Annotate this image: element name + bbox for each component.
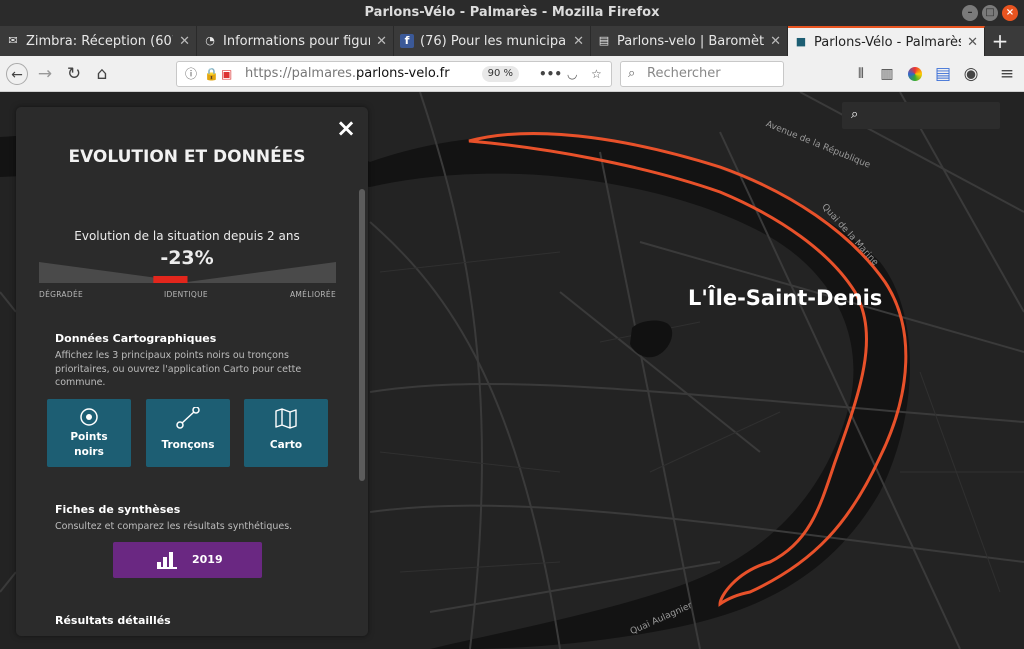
- url-domain: parlons-velo.fr: [356, 66, 450, 81]
- panel-close-button[interactable]: ×: [336, 115, 356, 141]
- close-icon[interactable]: ✕: [376, 34, 387, 49]
- close-icon[interactable]: ✕: [573, 34, 584, 49]
- synthese-desc: Consultez et comparez les résultats synt…: [55, 521, 293, 532]
- map-icon: [275, 408, 297, 429]
- page-icon: ▤: [598, 34, 610, 47]
- tab-label: Zimbra: Réception (6073): [26, 33, 173, 49]
- gauge-fill: [153, 276, 188, 283]
- city-label: L'Île-Saint-Denis: [688, 286, 883, 310]
- info-icon[interactable]: ⓘ: [185, 62, 197, 86]
- facebook-icon: f: [400, 34, 414, 48]
- close-icon[interactable]: ✕: [179, 34, 190, 49]
- tab-label: Parlons-Vélo - Palmarès: [814, 34, 962, 50]
- search-input[interactable]: ⌕ Rechercher: [620, 61, 784, 87]
- target-icon: [80, 408, 98, 426]
- document-icon[interactable]: ▤: [932, 63, 954, 85]
- synthese-title: Fiches de synthèses: [55, 503, 181, 516]
- url-text: https://palmares.parlons-velo.fr: [245, 62, 450, 86]
- menu-icon[interactable]: ≡: [996, 63, 1018, 85]
- tile-label: Points: [70, 431, 108, 443]
- tab-barometre[interactable]: ▤ Parlons-velo | Baromètre ✕: [591, 26, 788, 56]
- tile-label: noirs: [74, 446, 104, 458]
- url-prefix: https://palmares.: [245, 66, 357, 81]
- panel-scrollbar[interactable]: [359, 189, 365, 481]
- tab-palmares[interactable]: ■ Parlons-Vélo - Palmarès ✕: [788, 26, 985, 56]
- tab-label: Informations pour figurer: [223, 33, 371, 49]
- evolution-gauge: [39, 262, 336, 283]
- carto-button[interactable]: Carto: [244, 399, 328, 467]
- panel-title: EVOLUTION ET DONNÉES: [68, 147, 306, 167]
- extension-icon[interactable]: [904, 63, 926, 85]
- back-icon[interactable]: ←: [6, 63, 28, 85]
- parlons-velo-icon: ■: [795, 35, 807, 48]
- maximize-button[interactable]: □: [982, 5, 998, 21]
- tab-informations[interactable]: ◔ Informations pour figurer ✕: [197, 26, 394, 56]
- lock-icon: 🔒: [204, 67, 219, 81]
- page-actions-icon[interactable]: •••: [539, 62, 562, 86]
- zimbra-icon: ✉: [8, 34, 18, 47]
- window-titlebar: Parlons-Vélo - Palmarès - Mozilla Firefo…: [0, 0, 1024, 26]
- tile-label: Carto: [269, 439, 303, 451]
- segment-icon: [176, 407, 200, 429]
- evolution-caption: Evolution de la situation depuis 2 ans: [74, 229, 300, 243]
- carto-title: Données Cartographiques: [55, 332, 217, 345]
- map-search-box[interactable]: ⌕: [842, 102, 1000, 129]
- tab-facebook[interactable]: f (76) Pour les municipales ✕: [394, 26, 591, 56]
- synthese-button-label: 2019: [192, 553, 223, 566]
- bar-chart-icon: [157, 552, 177, 569]
- close-icon[interactable]: ✕: [770, 34, 781, 49]
- tracking-blocked-icon[interactable]: ▣: [221, 62, 232, 86]
- detail-title: Résultats détaillés: [55, 614, 171, 627]
- search-placeholder: Rechercher: [647, 66, 721, 81]
- sidebar-icon[interactable]: ▥: [876, 63, 898, 85]
- navigation-bar: ← → ↻ ⌂ ⓘ 🔒 ▣ https://palmares.parlons-v…: [0, 56, 1024, 92]
- new-tab-button[interactable]: +: [985, 26, 1015, 56]
- forward-icon[interactable]: →: [34, 63, 56, 85]
- tab-zimbra[interactable]: ✉ Zimbra: Réception (6073) ✕: [0, 26, 197, 56]
- close-icon[interactable]: ✕: [967, 35, 978, 50]
- gauge-label-right: AMÉLIORÉE: [289, 290, 336, 299]
- generic-site-icon: ◔: [205, 34, 215, 47]
- search-icon: ⌕: [851, 107, 859, 122]
- zoom-indicator[interactable]: 90 %: [481, 66, 519, 82]
- pocket-icon[interactable]: ◡: [567, 62, 577, 86]
- tile-label: Tronçons: [161, 439, 215, 451]
- minimize-button[interactable]: –: [962, 5, 978, 21]
- account-icon[interactable]: ◉: [960, 63, 982, 85]
- evolution-panel: × EVOLUTION ET DONNÉES Evolution de la s…: [16, 107, 368, 636]
- troncons-button[interactable]: Tronçons: [146, 399, 230, 467]
- synthese-2019-button[interactable]: 2019: [113, 542, 262, 578]
- gauge-label-left: DÉGRADÉE: [39, 290, 84, 299]
- url-bar[interactable]: ⓘ 🔒 ▣ https://palmares.parlons-velo.fr 9…: [176, 61, 612, 87]
- home-icon[interactable]: ⌂: [91, 63, 113, 85]
- tab-label: Parlons-velo | Baromètre: [617, 33, 765, 49]
- close-window-button[interactable]: ×: [1002, 5, 1018, 21]
- tab-label: (76) Pour les municipales: [420, 33, 567, 49]
- gauge-label-center: IDENTIQUE: [164, 290, 208, 299]
- reload-icon[interactable]: ↻: [63, 63, 85, 85]
- carto-desc: Affichez les 3 principaux points noirs o…: [55, 350, 302, 388]
- tab-bar: ✉ Zimbra: Réception (6073) ✕ ◔ Informati…: [0, 26, 1024, 56]
- points-noirs-button[interactable]: Points noirs: [47, 399, 131, 467]
- lake-shape: [630, 320, 673, 358]
- library-icon[interactable]: ⫴: [850, 63, 872, 85]
- window-title: Parlons-Vélo - Palmarès - Mozilla Firefo…: [364, 5, 660, 20]
- bookmark-star-icon[interactable]: ☆: [591, 62, 602, 86]
- search-icon: ⌕: [628, 66, 636, 81]
